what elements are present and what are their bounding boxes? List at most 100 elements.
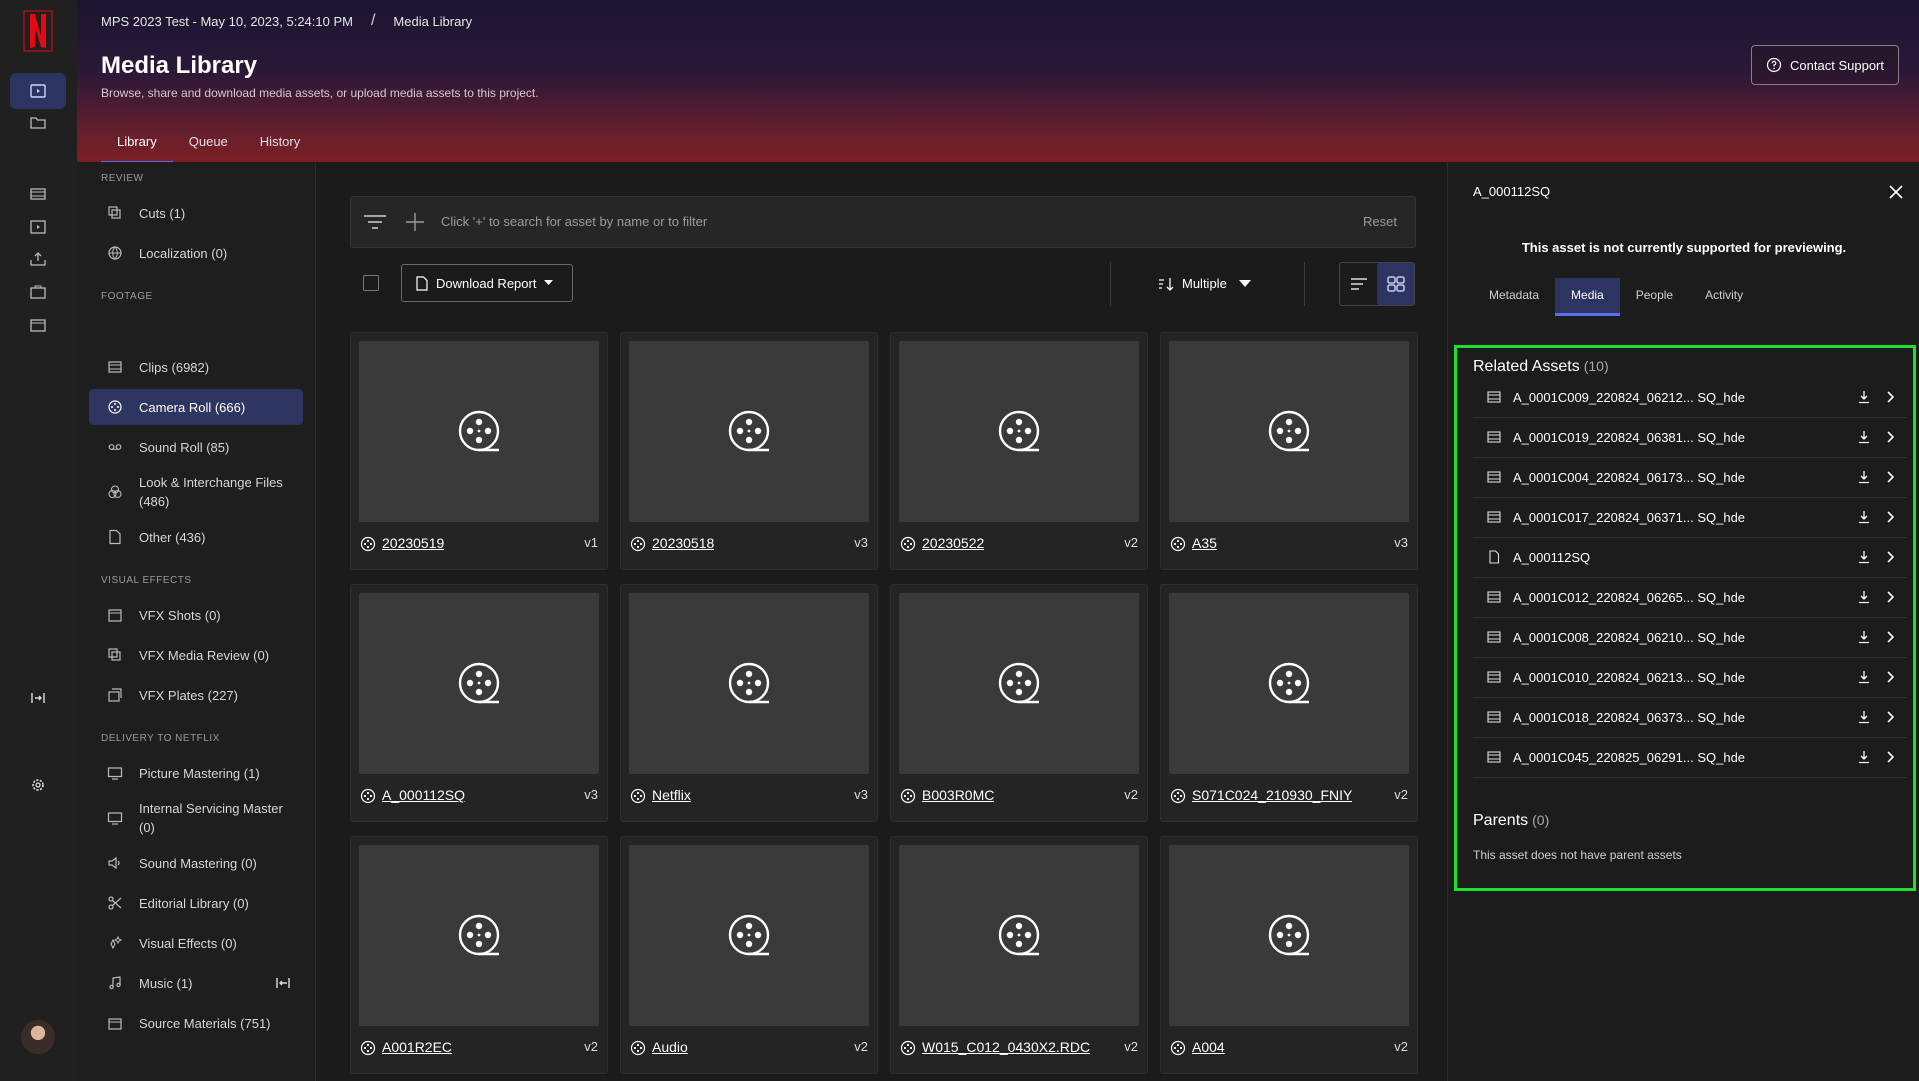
sidebar-item-camera-roll[interactable]: Camera Roll (666) [89,389,303,425]
asset-thumbnail[interactable] [359,593,599,774]
related-asset-row[interactable]: A_0001C010_220824_06213... SQ_hde [1473,658,1907,698]
asset-name-link[interactable]: 20230519 [382,535,444,551]
sidebar-item-editorial-library[interactable]: Editorial Library (0) [89,885,303,921]
asset-card[interactable]: 20230522 v2 [890,332,1148,570]
sort-dropdown[interactable]: Multiple [1158,276,1251,291]
close-icon[interactable] [1888,184,1904,200]
related-asset-row[interactable]: A_0001C018_220824_06373... SQ_hde [1473,698,1907,738]
asset-name-link[interactable]: Audio [652,1039,688,1055]
asset-name-link[interactable]: A_000112SQ [382,787,465,803]
netflix-logo[interactable] [23,10,53,52]
search-filter-bar[interactable]: Click '+' to search for asset by name or… [350,196,1416,248]
chevron-right-icon[interactable] [1883,390,1897,404]
asset-card[interactable]: S071C024_210930_FNIY v2 [1160,584,1418,822]
sidebar-item-vfx-plates[interactable]: VFX Plates (227) [89,677,303,713]
add-filter-icon[interactable] [405,212,425,232]
sidebar-item-look-interchange[interactable]: Look & Interchange Files (486) [89,469,303,515]
asset-thumbnail[interactable] [629,845,869,1026]
related-asset-name[interactable]: A_0001C012_220824_06265... SQ_hde [1513,590,1745,605]
asset-thumbnail[interactable] [1169,845,1409,1026]
settings-rail-button[interactable] [10,767,66,803]
download-icon[interactable] [1857,510,1871,524]
calendar-rail-button[interactable] [10,307,66,343]
asset-name-link[interactable]: 20230518 [652,535,714,551]
sidebar-item-music[interactable]: Music (1) [89,965,303,1001]
sidebar-item-clips[interactable]: Clips (6982) [89,349,303,385]
related-asset-name[interactable]: A_0001C045_220825_06291... SQ_hde [1513,750,1745,765]
asset-card[interactable]: B003R0MC v2 [890,584,1148,822]
related-asset-row[interactable]: A_0001C009_220824_06212... SQ_hde [1473,378,1907,418]
asset-card[interactable]: W015_C012_0430X2.RDC v2 [890,836,1148,1074]
grid-view-button[interactable] [1377,263,1414,305]
delivery-rail-button[interactable] [10,274,66,310]
asset-thumbnail[interactable] [1169,593,1409,774]
media-folder-rail-button[interactable] [10,209,66,245]
chevron-right-icon[interactable] [1883,510,1897,524]
download-report-button[interactable]: Download Report [401,264,573,302]
sidebar-item-other[interactable]: Other (436) [89,519,303,555]
chevron-right-icon[interactable] [1883,750,1897,764]
download-icon[interactable] [1857,590,1871,604]
sidebar-item-cuts[interactable]: Cuts (1) [89,195,303,231]
search-input[interactable]: Click '+' to search for asset by name or… [441,214,707,229]
asset-thumbnail[interactable] [899,593,1139,774]
sidebar-item-sound-roll[interactable]: Sound Roll (85) [89,429,303,465]
related-asset-row[interactable]: A_0001C045_220825_06291... SQ_hde [1473,738,1907,778]
breadcrumb-project[interactable]: MPS 2023 Test - May 10, 2023, 5:24:10 PM [101,14,353,30]
reset-button[interactable]: Reset [1363,214,1397,229]
asset-name-link[interactable]: A004 [1192,1039,1225,1055]
sidebar-item-internal-servicing[interactable]: Internal Servicing Master (0) [89,795,303,841]
tab-queue[interactable]: Queue [173,128,244,164]
asset-name-link[interactable]: A001R2EC [382,1039,452,1055]
related-asset-name[interactable]: A_0001C004_220824_06173... SQ_hde [1513,470,1745,485]
chevron-right-icon[interactable] [1883,590,1897,604]
sidebar-item-picture-mastering[interactable]: Picture Mastering (1) [89,755,303,791]
related-asset-name[interactable]: A_0001C008_220824_06210... SQ_hde [1513,630,1745,645]
sidebar-item-source-materials[interactable]: Source Materials (751) [89,1005,303,1041]
chevron-right-icon[interactable] [1883,470,1897,484]
tab-media[interactable]: Media [1555,278,1620,316]
chevron-right-icon[interactable] [1883,630,1897,644]
sidebar-item-localization[interactable]: Localization (0) [89,235,303,271]
download-icon[interactable] [1857,750,1871,764]
sidebar-item-vfx-media-review[interactable]: VFX Media Review (0) [89,637,303,673]
clips-rail-button[interactable] [10,176,66,212]
sidebar-item-sound-mastering[interactable]: Sound Mastering (0) [89,845,303,881]
chevron-right-icon[interactable] [1883,550,1897,564]
list-view-button[interactable] [1340,263,1377,305]
asset-name-link[interactable]: Netflix [652,787,691,803]
download-icon[interactable] [1857,470,1871,484]
sidebar-item-vfx-shots[interactable]: VFX Shots (0) [89,597,303,633]
download-icon[interactable] [1857,630,1871,644]
asset-card[interactable]: A35 v3 [1160,332,1418,570]
related-asset-name[interactable]: A_0001C009_220824_06212... SQ_hde [1513,390,1745,405]
download-icon[interactable] [1857,550,1871,564]
related-asset-row[interactable]: A_0001C004_220824_06173... SQ_hde [1473,458,1907,498]
asset-thumbnail[interactable] [359,845,599,1026]
folder-rail-button[interactable] [10,105,66,141]
related-asset-name[interactable]: A_0001C019_220824_06381... SQ_hde [1513,430,1745,445]
select-all-checkbox[interactable] [363,275,379,291]
upload-rail-button[interactable] [10,241,66,277]
asset-thumbnail[interactable] [359,341,599,522]
download-icon[interactable] [1857,670,1871,684]
asset-thumbnail[interactable] [1169,341,1409,522]
chevron-right-icon[interactable] [1883,670,1897,684]
asset-name-link[interactable]: S071C024_210930_FNIY [1192,787,1352,803]
asset-card[interactable]: 20230519 v1 [350,332,608,570]
related-asset-row[interactable]: A_0001C017_220824_06371... SQ_hde [1473,498,1907,538]
related-asset-row[interactable]: A_0001C019_220824_06381... SQ_hde [1473,418,1907,458]
tab-library[interactable]: Library [101,128,173,164]
asset-card[interactable]: A004 v2 [1160,836,1418,1074]
asset-card[interactable]: 20230518 v3 [620,332,878,570]
sidebar-item-visual-effects[interactable]: Visual Effects (0) [89,925,303,961]
asset-card[interactable]: Audio v2 [620,836,878,1074]
tab-people[interactable]: People [1620,278,1689,316]
tab-history[interactable]: History [244,128,316,164]
download-icon[interactable] [1857,390,1871,404]
download-icon[interactable] [1857,710,1871,724]
related-asset-row[interactable]: A_0001C008_220824_06210... SQ_hde [1473,618,1907,658]
asset-name-link[interactable]: W015_C012_0430X2.RDC [922,1039,1090,1055]
filter-icon[interactable] [363,213,387,231]
related-asset-name[interactable]: A_0001C017_220824_06371... SQ_hde [1513,510,1745,525]
